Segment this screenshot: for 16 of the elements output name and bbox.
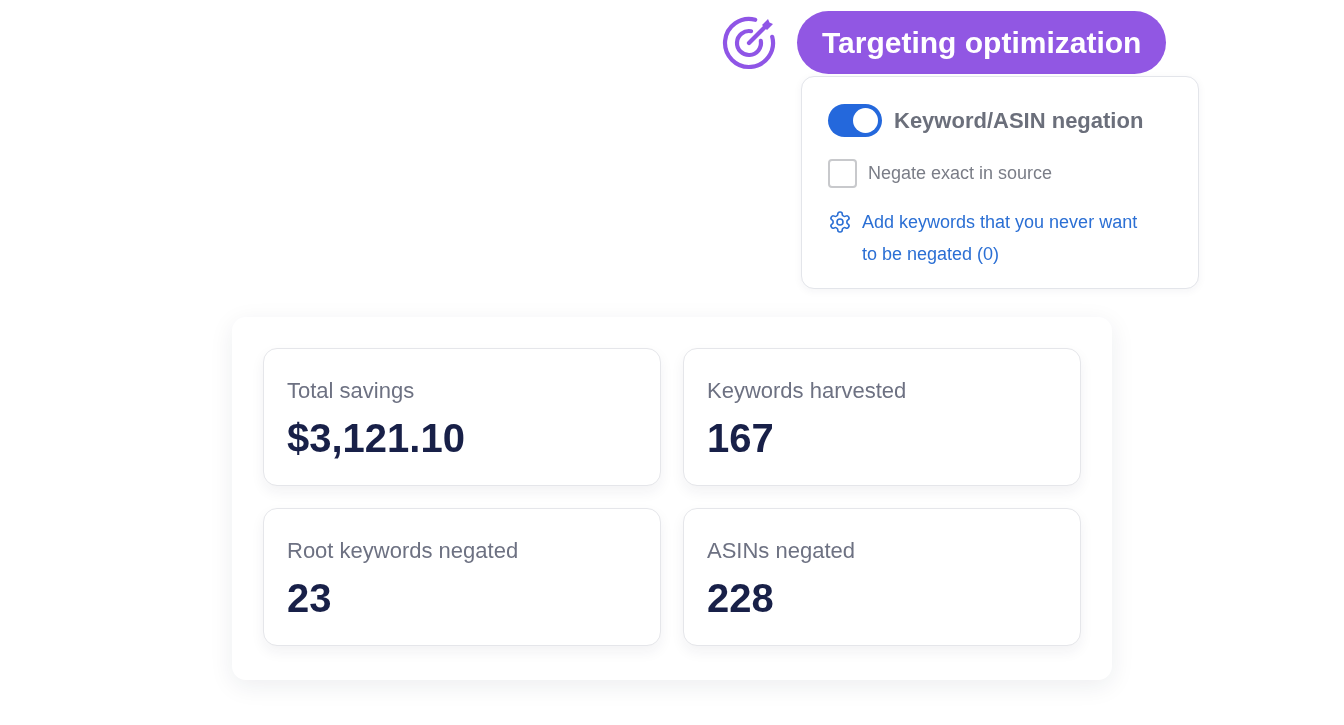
stat-value: 167 <box>707 414 775 461</box>
stat-value: $3,121.10 <box>287 414 466 461</box>
stat-label: Keywords harvested <box>707 377 908 404</box>
checkbox-label: Negate exact in source <box>868 163 1053 184</box>
stat-label: ASINs negated <box>707 537 856 564</box>
toggle-switch[interactable] <box>828 104 882 137</box>
settings-icon[interactable] <box>828 210 852 234</box>
stat-value: 23 <box>287 574 333 621</box>
add-keywords-link[interactable]: Add keywords that you never want to be negated (0) <box>862 206 1144 270</box>
checkbox[interactable] <box>828 159 857 188</box>
target-arrow-icon <box>722 15 776 70</box>
stat-label: Root keywords negated <box>287 537 520 564</box>
stat-label: Total savings <box>287 377 416 404</box>
stat-value: 228 <box>707 574 775 621</box>
feature-title: Targeting optimization <box>797 11 1167 74</box>
toggle-label: Keyword/ASIN negation <box>894 107 1144 134</box>
